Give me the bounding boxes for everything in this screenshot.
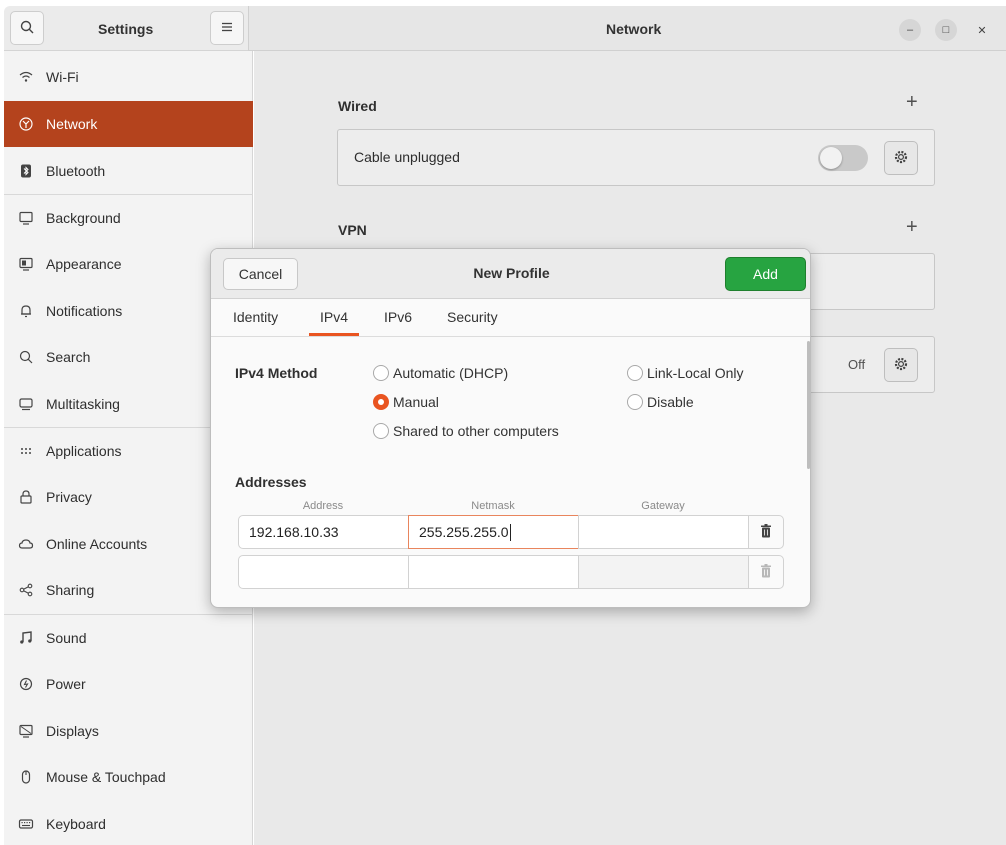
sidebar-item-label: Sound [46,630,87,646]
wifi-icon [16,67,36,87]
addresses-label: Addresses [235,474,307,490]
sidebar-item-label: Network [46,116,98,132]
dialog-tabs: Identity IPv4 IPv6 Security [211,299,810,337]
sidebar-item-label: Applications [46,443,122,459]
gateway-input[interactable] [578,555,749,589]
radio-disable[interactable] [627,394,643,410]
radio-disable-label: Disable [647,394,694,410]
dialog-title: New Profile [473,265,550,281]
new-profile-dialog: Cancel New Profile Add Identity IPv4 IPv… [210,248,811,608]
sidebar-item-label: Search [46,349,91,365]
sidebar-item-label: Appearance [46,256,122,272]
appearance-icon [16,254,36,274]
sidebar-item-label: Wi-Fi [46,69,79,85]
display-icon [16,721,36,741]
cloud-icon [16,534,36,554]
sidebar-item-keyboard[interactable]: Keyboard [4,801,253,845]
sidebar-item-label: Sharing [46,582,95,598]
sidebar-item-label: Privacy [46,489,92,505]
trash-icon [759,523,773,542]
search-icon [16,347,36,367]
sidebar-item-label: Background [46,210,121,226]
search-button[interactable] [10,11,44,45]
tab-identity[interactable]: Identity [233,309,278,325]
sidebar-item-label: Mouse & Touchpad [46,769,166,785]
delete-address-button [748,555,784,589]
power-icon [16,674,36,694]
music-note-icon [16,628,36,648]
sidebar-item-background[interactable]: Background [4,195,253,241]
sidebar-item-label: Displays [46,723,99,739]
multitasking-icon [16,394,36,414]
address-column-header: Address [302,500,344,512]
settings-headerbar: Settings [4,6,248,51]
sidebar-item-label: Online Accounts [46,536,148,552]
minimize-button[interactable]: – [899,19,921,41]
sidebar-item-label: Keyboard [46,816,106,832]
bell-icon [16,301,36,321]
tab-security[interactable]: Security [447,309,498,325]
search-icon [19,19,35,38]
sidebar-item-label: Multitasking [46,396,120,412]
netmask-column-header: Netmask [471,500,515,512]
maximize-icon: □ [942,24,950,36]
address-input[interactable] [238,555,409,589]
sidebar-item-label: Power [46,676,86,692]
dialog-scrollbar[interactable] [807,341,810,469]
radio-shared-label: Shared to other computers [393,423,559,439]
dialog-header: Cancel New Profile Add [211,249,810,299]
sidebar-item-displays[interactable]: Displays [4,708,253,754]
ipv4-method-label: IPv4 Method [235,365,318,381]
menu-button[interactable] [210,11,244,45]
netmask-input[interactable]: 255.255.255.0 [408,515,579,549]
hamburger-menu-icon [220,20,234,37]
radio-link-local[interactable] [627,365,643,381]
sidebar-item-sound[interactable]: Sound [4,615,253,661]
radio-shared[interactable] [373,423,389,439]
address-input[interactable]: 192.168.10.33 [238,515,409,549]
background-icon [16,208,36,228]
mouse-icon [16,767,36,787]
settings-title: Settings [98,21,154,37]
share-icon [16,580,36,600]
delete-address-button[interactable] [748,515,784,549]
sidebar-item-power[interactable]: Power [4,661,253,707]
radio-manual[interactable] [373,394,389,410]
sidebar-item-wifi[interactable]: Wi-Fi [4,54,253,100]
lock-icon [16,487,36,507]
netmask-value: 255.255.255.0 [419,524,509,540]
sidebar-item-label: Notifications [46,303,123,319]
minimize-icon: – [906,24,914,36]
netmask-input[interactable] [408,555,579,589]
tab-ipv4[interactable]: IPv4 [320,309,348,325]
close-button[interactable]: ✕ [971,19,993,41]
gateway-column-header: Gateway [641,500,685,512]
radio-automatic[interactable] [373,365,389,381]
gateway-input[interactable] [578,515,749,549]
page-title: Network [606,21,662,37]
keyboard-icon [16,814,36,834]
sidebar-item-network[interactable]: Network [4,101,253,147]
network-icon [16,114,36,134]
radio-link-local-label: Link-Local Only [647,365,744,381]
trash-icon [759,563,773,582]
maximize-button[interactable]: □ [935,19,957,41]
close-icon: ✕ [977,24,987,37]
sidebar-item-mouse-touchpad[interactable]: Mouse & Touchpad [4,754,253,800]
address-value: 192.168.10.33 [249,524,339,540]
radio-manual-label: Manual [393,394,439,410]
apps-grid-icon [16,441,36,461]
page-headerbar: Network – □ ✕ [248,6,1006,51]
text-cursor [509,523,511,541]
add-button[interactable]: Add [725,257,806,291]
sidebar-item-label: Bluetooth [46,163,106,179]
radio-automatic-label: Automatic (DHCP) [393,365,509,381]
sidebar-item-bluetooth[interactable]: Bluetooth [4,148,253,194]
tab-ipv6[interactable]: IPv6 [384,309,412,325]
bluetooth-icon [16,161,36,181]
active-tab-indicator [309,333,359,336]
